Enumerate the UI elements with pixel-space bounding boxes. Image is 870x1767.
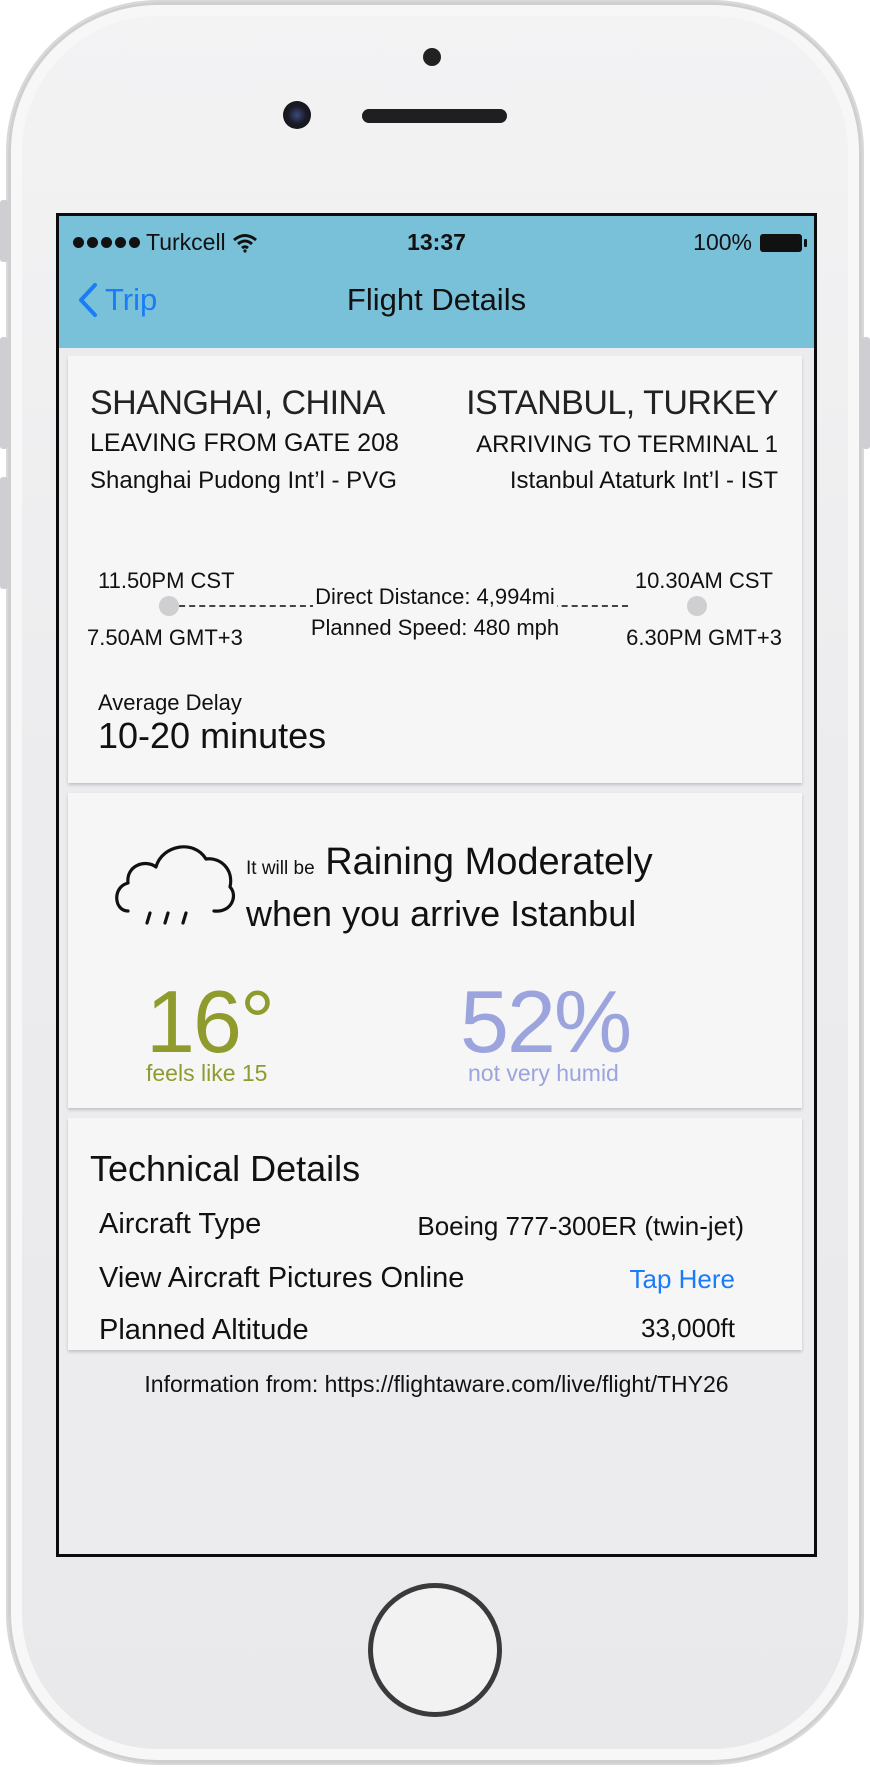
tap-here-link[interactable]: Tap Here (630, 1264, 736, 1295)
origin-city: SHANGHAI, CHINA (90, 384, 385, 422)
aircraft-pictures-label: View Aircraft Pictures Online (99, 1262, 465, 1294)
humidity-value: 52% (460, 972, 632, 1071)
weather-prefix: It will be (246, 858, 315, 879)
battery-percent: 100% (693, 229, 752, 255)
aircraft-type-value: Boeing 777-300ER (twin-jet) (417, 1211, 744, 1241)
direct-distance: Direct Distance: 4,994mi (313, 584, 557, 609)
weather-subline: when you arrive Istanbul (246, 893, 637, 934)
weather-condition: Raining Moderately (325, 841, 653, 883)
planned-altitude-label: Planned Altitude (99, 1314, 309, 1346)
status-bar-right: 100% (693, 229, 807, 256)
planned-speed: Planned Speed: 480 mph (308, 615, 562, 640)
weather-headline: It will be Raining Moderately (246, 841, 653, 884)
distance-wrapper: Direct Distance: 4,994mi (68, 584, 802, 610)
flight-summary-card: SHANGHAI, CHINA LEAVING FROM GATE 208 Sh… (68, 356, 802, 783)
temperature-value: 16° (146, 972, 275, 1071)
power-button (862, 337, 870, 449)
volume-up-button (0, 337, 8, 449)
earpiece-speaker (362, 109, 507, 123)
origin-airport: Shanghai Pudong Int’l - PVG (90, 467, 397, 494)
average-delay-value: 10-20 minutes (98, 715, 327, 756)
battery-icon (760, 233, 807, 252)
destination-terminal: ARRIVING TO TERMINAL 1 (476, 431, 778, 458)
origin-gate: LEAVING FROM GATE 208 (90, 429, 399, 457)
app-screen: Turkcell 13:37 100% Trip Flight Details … (56, 213, 817, 1557)
cloud-rain-icon (115, 845, 236, 925)
volume-down-button (0, 477, 8, 589)
humidity-note: not very humid (468, 1060, 619, 1086)
proximity-sensor (423, 48, 441, 66)
weather-card: It will be Raining Moderately when you a… (68, 793, 802, 1108)
destination-airport: Istanbul Ataturk Int’l - IST (509, 467, 778, 494)
planned-altitude-value: 33,000ft (641, 1313, 735, 1343)
front-camera (283, 101, 311, 129)
navigation-bar: Turkcell 13:37 100% Trip Flight Details (59, 216, 814, 348)
technical-details-title: Technical Details (90, 1148, 361, 1189)
average-delay-label: Average Delay (98, 690, 242, 715)
speed-wrapper: Planned Speed: 480 mph (68, 615, 802, 641)
page-title: Flight Details (346, 282, 527, 317)
destination-city: ISTANBUL, TURKEY (466, 384, 778, 422)
source-footer: Information from: https://flightaware.co… (144, 1371, 729, 1397)
feels-like-label: feels like 15 (146, 1060, 268, 1086)
silent-switch (0, 200, 8, 262)
technical-details-card: Technical Details Aircraft Type Boeing 7… (68, 1118, 802, 1350)
aircraft-type-label: Aircraft Type (99, 1208, 262, 1240)
home-button[interactable] (368, 1583, 502, 1717)
